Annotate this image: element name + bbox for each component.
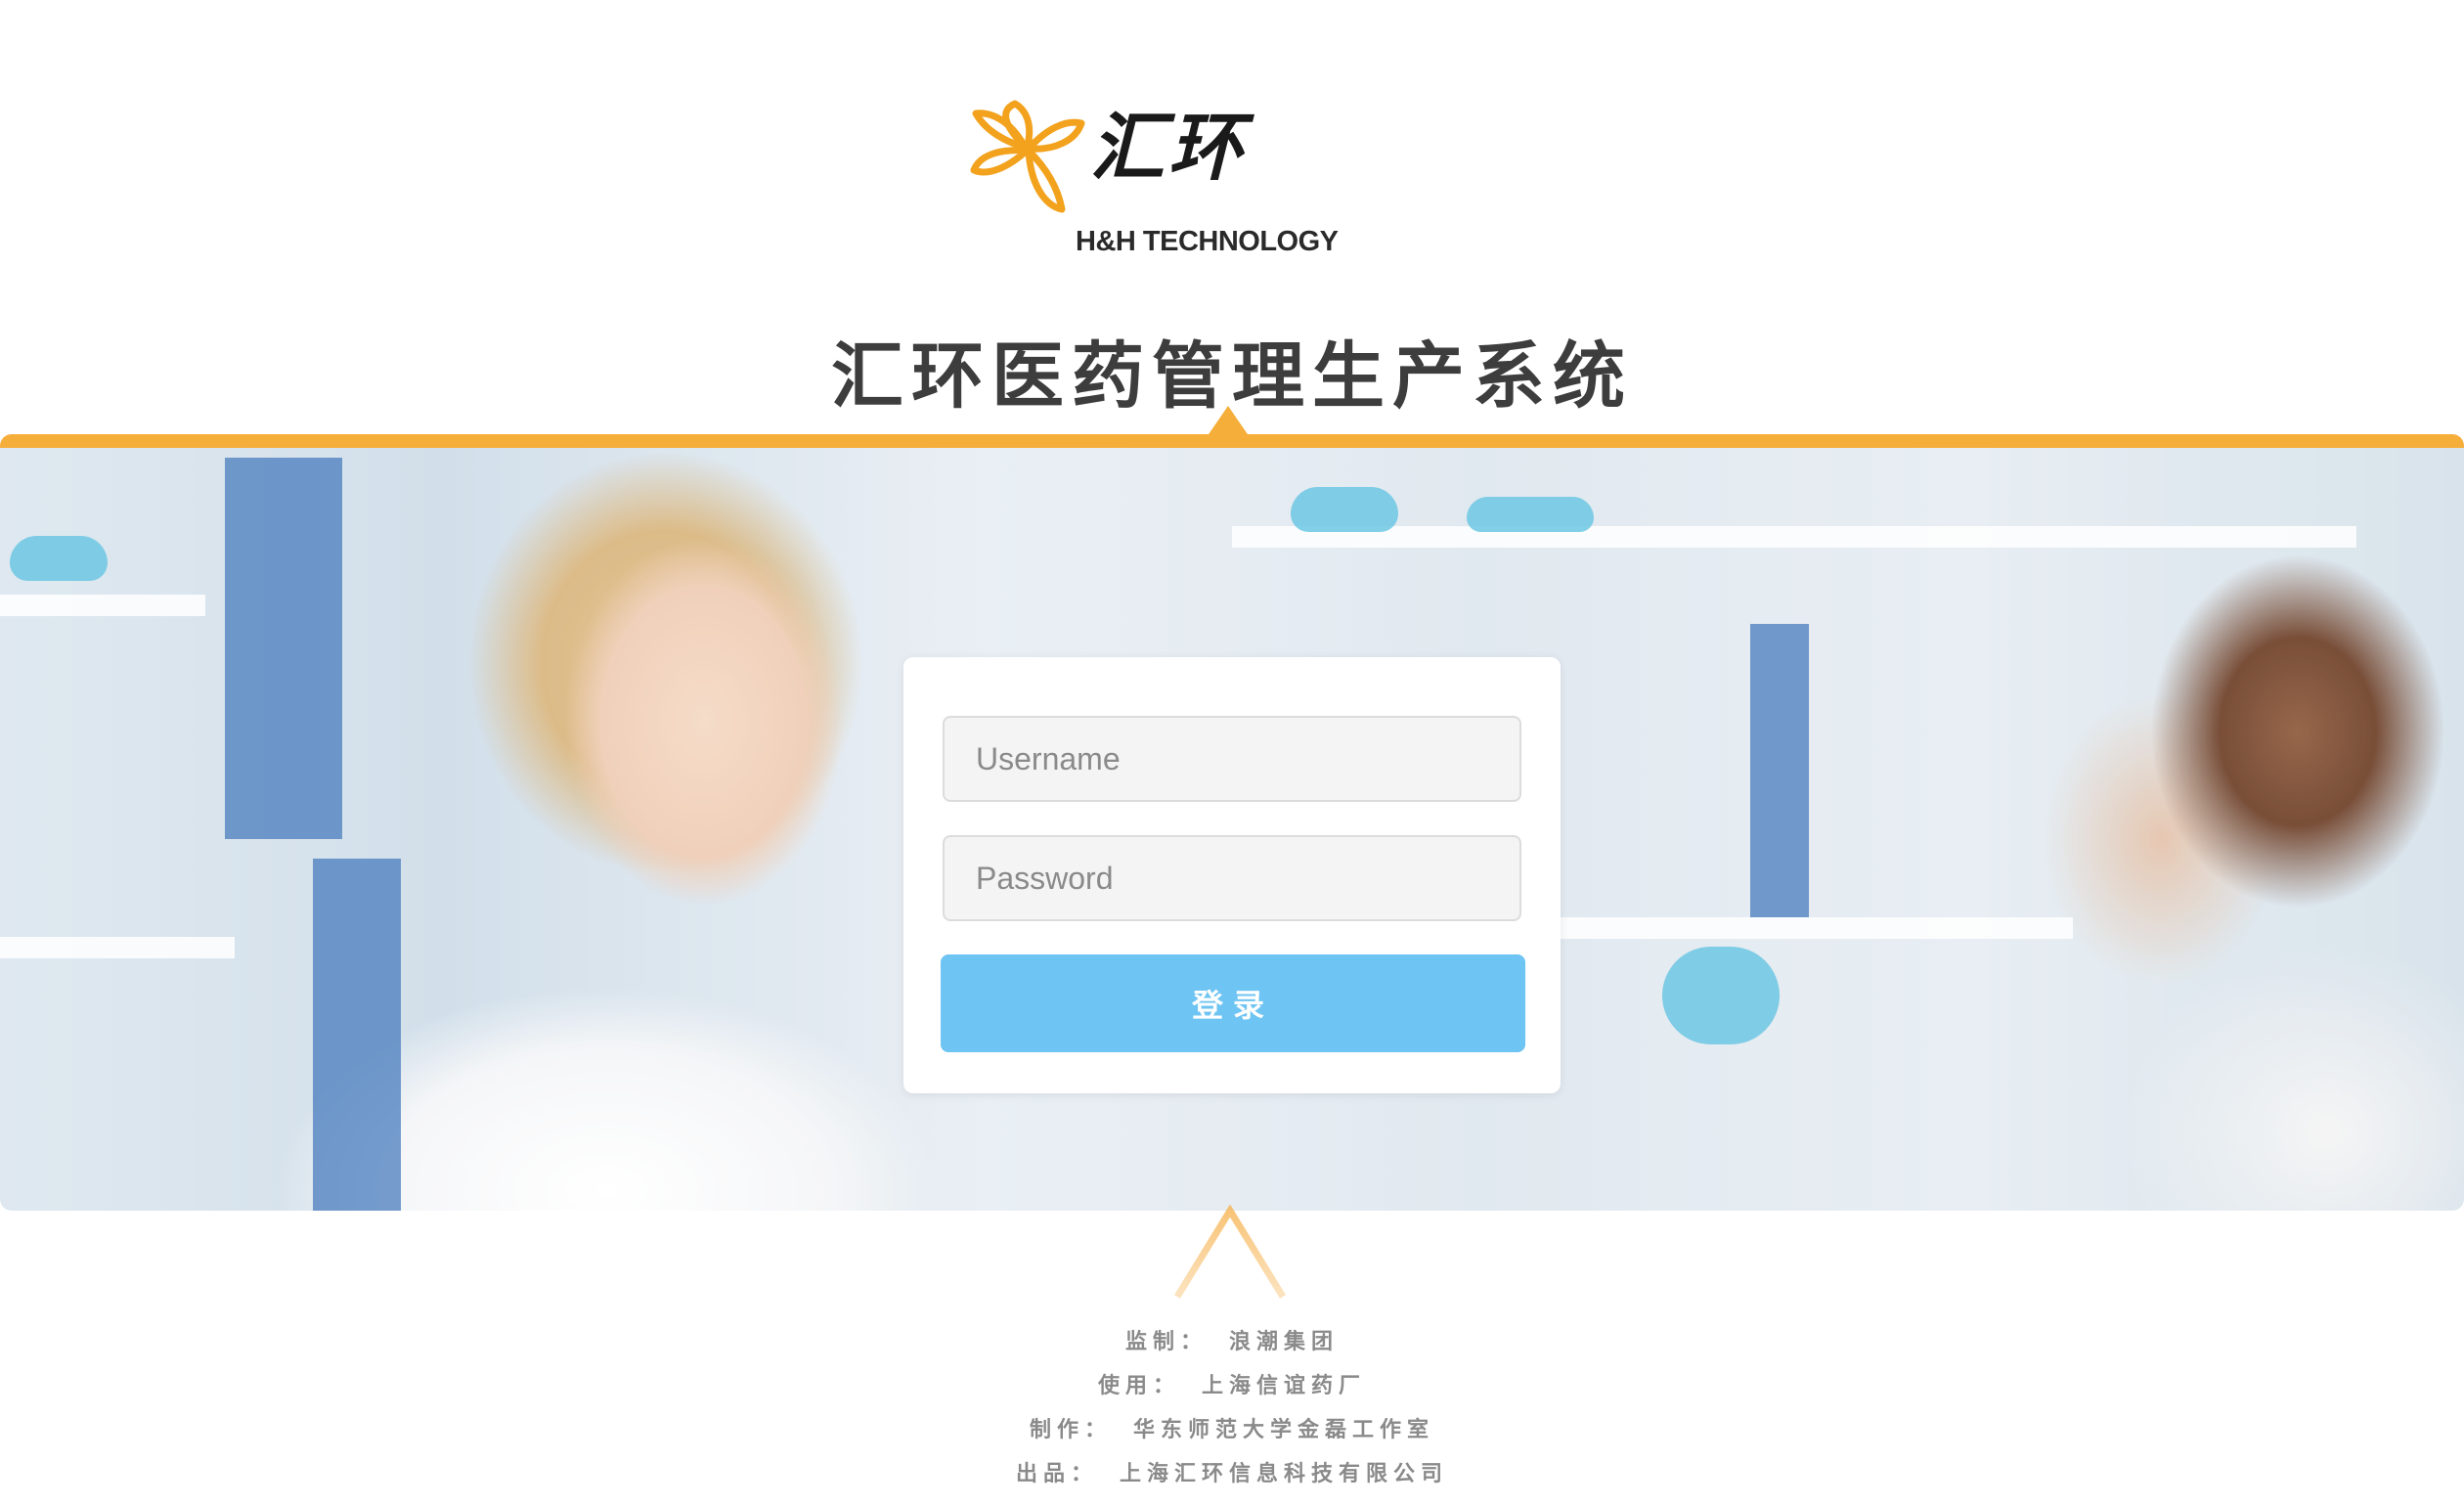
company-logo: 汇环 — [968, 90, 1291, 217]
chevron-up-icon — [1174, 1205, 1286, 1299]
logo-text-en: H&H TECHNOLOGY — [1076, 226, 1339, 257]
credit-value: 浪潮集团 — [1229, 1329, 1340, 1354]
credit-supervisor: 监制： 浪潮集团 — [0, 1320, 2464, 1364]
credits-block: 监制： 浪潮集团 使用： 上海信谊药厂 制作： 华东师范大学金磊工作室 出品： 上海汇环… — [0, 1320, 2464, 1496]
accent-notch — [1207, 406, 1250, 437]
login-panel: 登录 — [903, 657, 1561, 1093]
credit-producer: 制作： 华东师范大学金磊工作室 — [0, 1408, 2464, 1452]
credit-value: 上海信谊药厂 — [1202, 1373, 1367, 1398]
credit-user: 使用： 上海信谊药厂 — [0, 1364, 2464, 1408]
credit-label: 监制： — [1124, 1329, 1208, 1354]
credit-label: 出品： — [1015, 1461, 1098, 1486]
credit-label: 使用： — [1097, 1373, 1180, 1398]
credit-label: 制作： — [1029, 1417, 1112, 1442]
password-field[interactable] — [943, 835, 1521, 921]
credit-value: 上海汇环信息科技有限公司 — [1120, 1461, 1449, 1486]
logo-text-cn: 汇环 — [1090, 104, 1247, 191]
credit-publisher: 出品： 上海汇环信息科技有限公司 — [0, 1452, 2464, 1496]
login-button[interactable]: 登录 — [941, 954, 1525, 1052]
flower-icon — [970, 100, 1085, 213]
username-field[interactable] — [943, 716, 1521, 802]
credit-value: 华东师范大学金磊工作室 — [1133, 1417, 1435, 1442]
